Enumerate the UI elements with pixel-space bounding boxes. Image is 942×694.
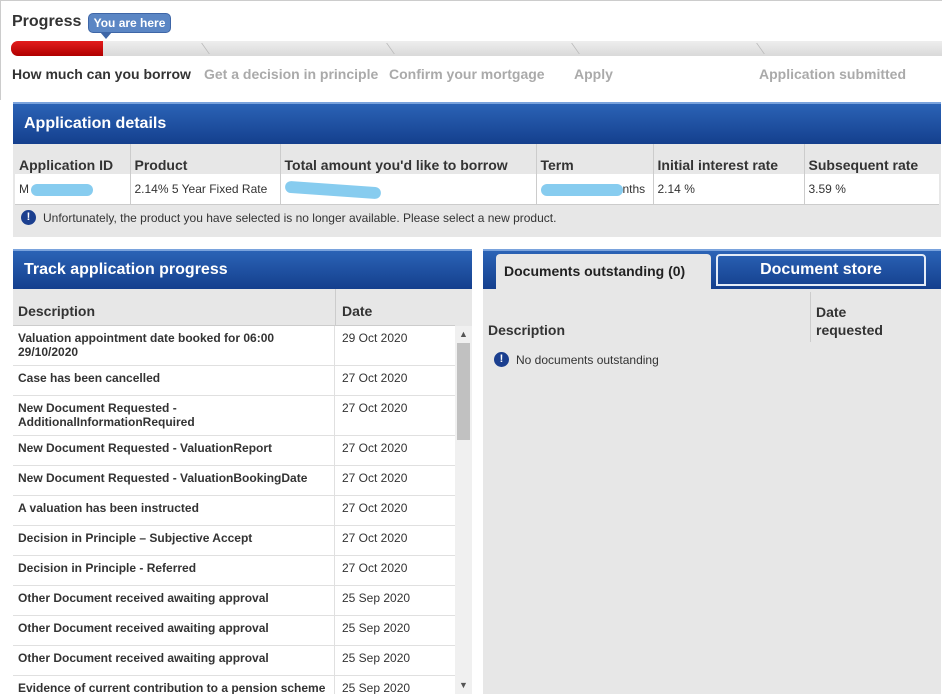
row-date: 25 Sep 2020	[342, 651, 411, 665]
redaction-mark	[31, 183, 93, 196]
row-date: 25 Sep 2020	[342, 681, 411, 694]
redaction-mark	[540, 183, 623, 196]
row-description: Other Document received awaiting approva…	[13, 646, 335, 675]
step-decision-in-principle: Get a decision in principle	[204, 66, 379, 82]
cell-amount	[280, 174, 537, 205]
application-details-table: Application ID Product Total amount you'…	[15, 144, 939, 205]
column-divider	[335, 289, 336, 326]
col-description: Description	[18, 303, 96, 319]
application-id-prefix: M	[19, 181, 29, 196]
row-description: New Document Requested - ValuationBookin…	[13, 466, 335, 495]
cell-initial-rate: 2.14 %	[653, 174, 805, 205]
row-date: 27 Oct 2020	[342, 371, 408, 385]
no-documents-message: ! No documents outstanding	[494, 352, 659, 367]
column-divider	[810, 292, 811, 342]
track-scrollbar[interactable]: ▲ ▼	[455, 326, 472, 694]
cell-subsequent-rate: 3.59 %	[804, 174, 939, 205]
progress-step-divider	[751, 43, 765, 54]
col-amount: Total amount you'd like to borrow	[280, 144, 537, 174]
row-description: Decision in Principle – Subjective Accep…	[13, 526, 335, 555]
table-row: New Document Requested - ValuationBookin…	[13, 466, 455, 496]
table-row: Case has been cancelled 27 Oct 2020	[13, 366, 455, 396]
row-date: 29 Oct 2020	[342, 331, 408, 345]
step-application-submitted: Application submitted	[759, 66, 906, 82]
row-date: 27 Oct 2020	[342, 471, 408, 485]
row-description: New Document Requested - ValuationReport	[13, 436, 335, 465]
col-date: Date	[342, 303, 373, 319]
table-row: Decision in Principle – Subjective Accep…	[13, 526, 455, 556]
col-product: Product	[130, 144, 281, 174]
row-description: Other Document received awaiting approva…	[13, 616, 335, 645]
col-term: Term	[536, 144, 654, 174]
chevron-up-icon[interactable]: ▲	[455, 326, 472, 343]
row-date: 27 Oct 2020	[342, 501, 408, 515]
progress-step-divider	[196, 43, 210, 54]
tab-document-store[interactable]: Document store	[716, 254, 926, 286]
table-row: Decision in Principle - Referred 27 Oct …	[13, 556, 455, 586]
row-date: 25 Sep 2020	[342, 621, 411, 635]
row-date: 27 Oct 2020	[342, 531, 408, 545]
cell-application-id: M	[15, 174, 131, 205]
progress-step-divider	[566, 43, 580, 54]
info-icon: !	[21, 210, 36, 225]
row-description: Decision in Principle - Referred	[13, 556, 335, 585]
row-description: New Document Requested - AdditionalInfor…	[13, 396, 335, 435]
application-details-title: Application details	[13, 102, 941, 144]
col-description: Description	[488, 322, 566, 338]
progress-bar	[11, 41, 942, 56]
table-row: Other Document received awaiting approva…	[13, 586, 455, 616]
table-row: Valuation appointment date booked for 06…	[13, 326, 455, 366]
redaction-mark	[284, 180, 381, 199]
product-unavailable-notice: ! Unfortunately, the product you have se…	[21, 210, 556, 225]
step-confirm-mortgage: Confirm your mortgage	[389, 66, 545, 82]
track-rows[interactable]: Valuation appointment date booked for 06…	[13, 326, 455, 694]
chevron-down-icon[interactable]: ▼	[455, 677, 472, 694]
track-application-title: Track application progress	[13, 249, 472, 289]
row-description: Other Document received awaiting approva…	[13, 586, 335, 615]
progress-title: Progress	[12, 13, 82, 30]
documents-panel: Documents outstanding (0) Document store…	[483, 249, 941, 694]
application-details-panel: Application details Application ID Produ…	[13, 102, 941, 237]
col-application-id: Application ID	[15, 144, 131, 174]
documents-tabs: Documents outstanding (0) Document store	[483, 249, 941, 291]
tab-documents-outstanding[interactable]: Documents outstanding (0)	[496, 254, 711, 291]
scrollbar-thumb[interactable]	[457, 343, 470, 440]
row-date: 27 Oct 2020	[342, 441, 408, 455]
track-table-header: Description Date	[13, 289, 455, 326]
table-row: New Document Requested - AdditionalInfor…	[13, 396, 455, 436]
table-row: Other Document received awaiting approva…	[13, 616, 455, 646]
table-row: A valuation has been instructed 27 Oct 2…	[13, 496, 455, 526]
row-date: 27 Oct 2020	[342, 401, 408, 415]
row-date: 27 Oct 2020	[342, 561, 408, 575]
you-are-here-badge: You are here	[88, 13, 171, 39]
track-application-panel: Track application progress Description D…	[13, 249, 472, 694]
step-how-much-can-you-borrow[interactable]: How much can you borrow	[12, 66, 191, 82]
table-row: Other Document received awaiting approva…	[13, 646, 455, 676]
row-description: Evidence of current contribution to a pe…	[13, 676, 335, 694]
col-initial-rate: Initial interest rate	[653, 144, 805, 174]
cell-term: nths	[536, 174, 654, 205]
documents-table-header: Description Date requested	[483, 292, 941, 342]
no-documents-text: No documents outstanding	[516, 352, 659, 367]
info-icon: !	[494, 352, 509, 367]
progress-step-divider	[381, 43, 395, 54]
table-row: Evidence of current contribution to a pe…	[13, 676, 455, 694]
row-description: Valuation appointment date booked for 06…	[13, 326, 335, 365]
row-date: 25 Sep 2020	[342, 591, 411, 605]
progress-bar-fill	[11, 41, 103, 56]
row-description: Case has been cancelled	[13, 366, 335, 395]
row-description: A valuation has been instructed	[13, 496, 335, 525]
progress-tracker: Progress You are here How much can you b…	[0, 0, 942, 100]
step-apply: Apply	[574, 66, 613, 82]
col-subsequent-rate: Subsequent rate	[804, 144, 939, 174]
cell-product: 2.14% 5 Year Fixed Rate	[130, 174, 281, 205]
notice-text: Unfortunately, the product you have sele…	[43, 210, 557, 225]
term-value: nths	[622, 181, 646, 196]
table-row: New Document Requested - ValuationReport…	[13, 436, 455, 466]
col-date-requested: Date requested	[816, 304, 883, 338]
